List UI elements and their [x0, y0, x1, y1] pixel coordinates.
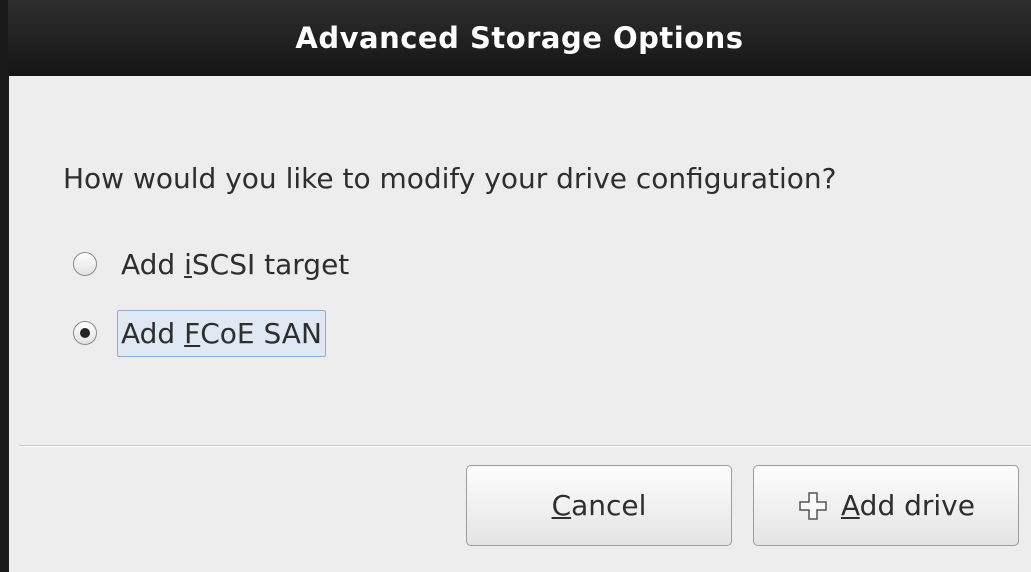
option-iscsi[interactable]: Add iSCSI target [73, 242, 353, 286]
add-drive-button[interactable]: Add drive [753, 465, 1019, 546]
dialog-titlebar[interactable]: Advanced Storage Options [8, 0, 1031, 76]
radio-iscsi[interactable] [73, 252, 97, 276]
option-fcoe-label[interactable]: Add FCoE SAN [117, 309, 326, 357]
plus-icon [797, 490, 829, 522]
add-drive-button-label: Add drive [841, 489, 975, 522]
question-label: How would you like to modify your drive … [63, 162, 837, 195]
option-iscsi-label[interactable]: Add iSCSI target [117, 244, 353, 285]
dialog-title: Advanced Storage Options [295, 21, 744, 55]
window-left-edge [0, 0, 9, 572]
option-fcoe[interactable]: Add FCoE SAN [73, 306, 326, 360]
radio-fcoe[interactable] [73, 321, 97, 345]
cancel-button-label: Cancel [551, 489, 647, 522]
advanced-storage-dialog: Advanced Storage Options How would you l… [0, 0, 1031, 572]
cancel-button[interactable]: Cancel [466, 465, 732, 546]
button-separator [19, 445, 1031, 447]
